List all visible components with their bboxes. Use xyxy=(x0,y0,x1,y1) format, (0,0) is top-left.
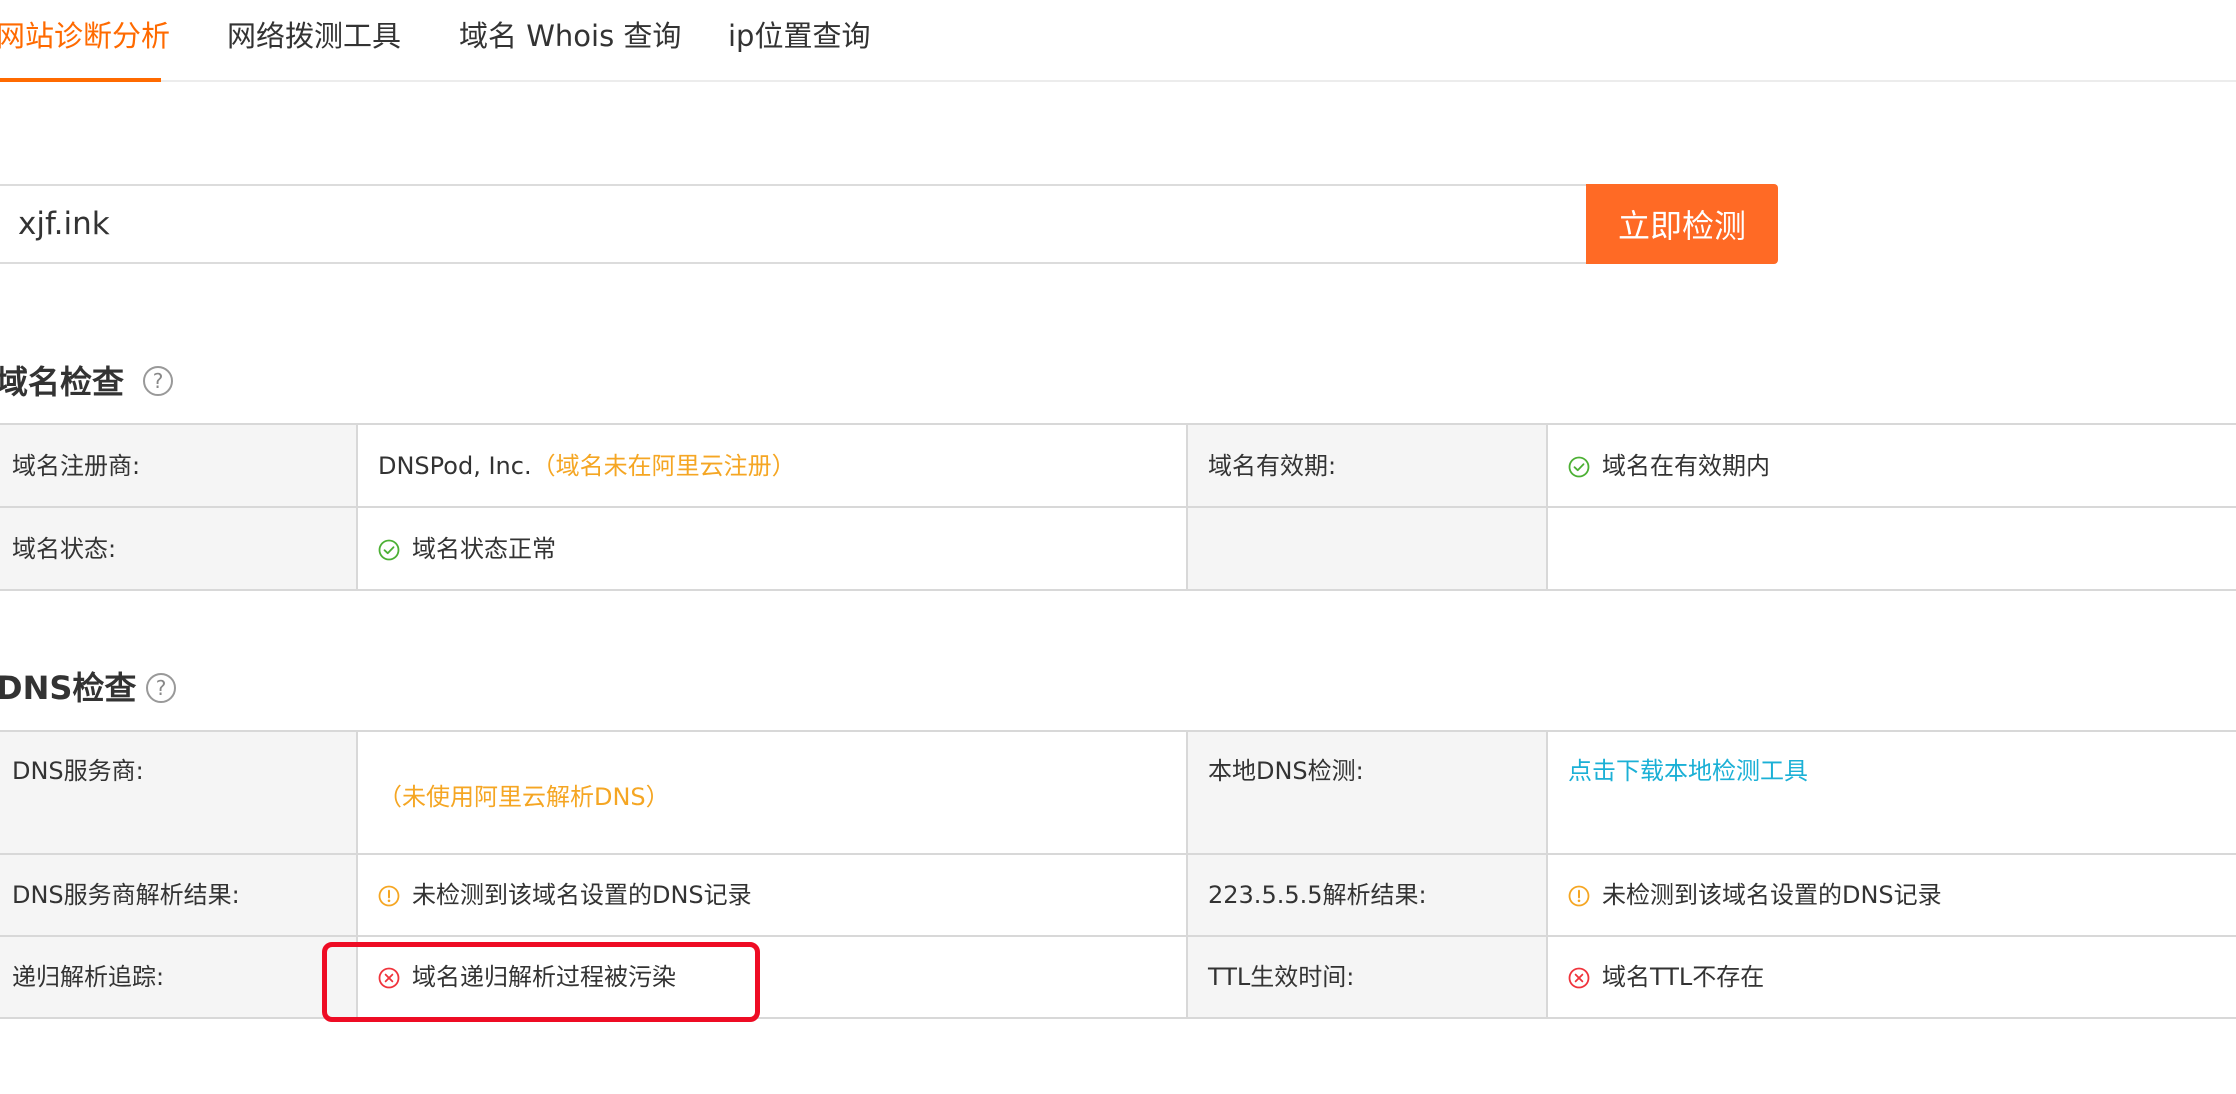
local-dns-check-value: 点击下载本地检测工具 xyxy=(1546,730,2236,855)
registrar-value: DNSPod, Inc.（域名未在阿里云注册） xyxy=(356,423,1188,508)
recursive-trace-text: 域名递归解析过程被污染 xyxy=(412,963,676,991)
local-dns-check-label: 本地DNS检测: xyxy=(1186,730,1548,855)
check-circle-icon xyxy=(1568,456,1590,477)
question-circle-icon[interactable]: ? xyxy=(143,366,173,396)
cross-circle-icon xyxy=(1568,967,1590,989)
table-row: 递归解析追踪: 域名递归解析过程被污染 TTL生效时间: 域名TTL不存在 xyxy=(0,935,2236,1019)
detect-now-button[interactable]: 立即检测 xyxy=(1586,184,1778,264)
ttl-value: 域名TTL不存在 xyxy=(1546,935,2236,1019)
tab-network-probe-tools[interactable]: 网络拨测工具 xyxy=(227,16,401,82)
question-circle-icon[interactable]: ? xyxy=(146,673,176,703)
validity-text: 域名在有效期内 xyxy=(1602,451,1770,480)
table-row: DNS服务商解析结果: 未检测到该域名设置的DNS记录 223.5.5.5解析结… xyxy=(0,853,2236,937)
download-local-tool-link[interactable]: 点击下载本地检测工具 xyxy=(1568,757,1808,785)
domain-status-value: 域名状态正常 xyxy=(356,506,1188,591)
empty-label-cell xyxy=(1186,506,1548,591)
table-row: DNS服务商: （未使用阿里云解析DNS） 本地DNS检测: 点击下载本地检测工… xyxy=(0,730,2236,855)
exclamation-circle-icon xyxy=(1568,885,1590,907)
public-dns-result-value: 未检测到该域名设置的DNS记录 xyxy=(1546,853,2236,937)
dns-provider-result-value: 未检测到该域名设置的DNS记录 xyxy=(356,853,1188,937)
domain-check-table: 域名注册商: DNSPod, Inc.（域名未在阿里云注册） 域名有效期: 域名… xyxy=(0,423,2236,591)
validity-value: 域名在有效期内 xyxy=(1546,423,2236,508)
recursive-trace-value: 域名递归解析过程被污染 xyxy=(356,935,1188,1019)
ttl-label: TTL生效时间: xyxy=(1186,935,1548,1019)
dns-check-title: DNS检查 xyxy=(0,669,137,707)
domain-check-title: 域名检查 xyxy=(0,363,125,401)
table-row: 域名状态: 域名状态正常 xyxy=(0,506,2236,591)
domain-status-text: 域名状态正常 xyxy=(412,534,556,563)
cross-circle-icon xyxy=(378,967,400,989)
dns-provider-note: （未使用阿里云解析DNS） xyxy=(378,783,670,811)
registrar-label: 域名注册商: xyxy=(0,423,358,508)
registrar-name: DNSPod, Inc. xyxy=(378,451,532,480)
dns-provider-value: （未使用阿里云解析DNS） xyxy=(356,730,1188,855)
tab-website-diagnosis[interactable]: 网站诊断分析 xyxy=(0,16,170,82)
exclamation-circle-icon xyxy=(378,885,400,907)
table-row: 域名注册商: DNSPod, Inc.（域名未在阿里云注册） 域名有效期: 域名… xyxy=(0,423,2236,508)
dns-provider-result-text: 未检测到该域名设置的DNS记录 xyxy=(412,881,752,909)
domain-status-label: 域名状态: xyxy=(0,506,358,591)
dns-provider-label: DNS服务商: xyxy=(0,730,358,855)
dns-check-table: DNS服务商: （未使用阿里云解析DNS） 本地DNS检测: 点击下载本地检测工… xyxy=(0,730,2236,1019)
check-circle-icon xyxy=(378,539,400,560)
recursive-trace-label: 递归解析追踪: xyxy=(0,935,358,1019)
validity-label: 域名有效期: xyxy=(1186,423,1548,508)
ttl-text: 域名TTL不存在 xyxy=(1602,963,1765,991)
registrar-note: （域名未在阿里云注册） xyxy=(531,451,796,480)
tab-ip-location-query[interactable]: ip位置查询 xyxy=(728,16,870,82)
dns-provider-result-label: DNS服务商解析结果: xyxy=(0,853,358,937)
top-tab-bar: 网站诊断分析 网络拨测工具 域名 Whois 查询 ip位置查询 xyxy=(0,0,2236,82)
domain-search-input[interactable] xyxy=(0,184,1588,264)
page: 网站诊断分析 网络拨测工具 域名 Whois 查询 ip位置查询 立即检测 域名… xyxy=(0,0,2236,1094)
public-dns-result-text: 未检测到该域名设置的DNS记录 xyxy=(1602,881,1942,909)
tab-domain-whois-query[interactable]: 域名 Whois 查询 xyxy=(459,16,681,82)
empty-value-cell xyxy=(1546,506,2236,591)
public-dns-result-label: 223.5.5.5解析结果: xyxy=(1186,853,1548,937)
